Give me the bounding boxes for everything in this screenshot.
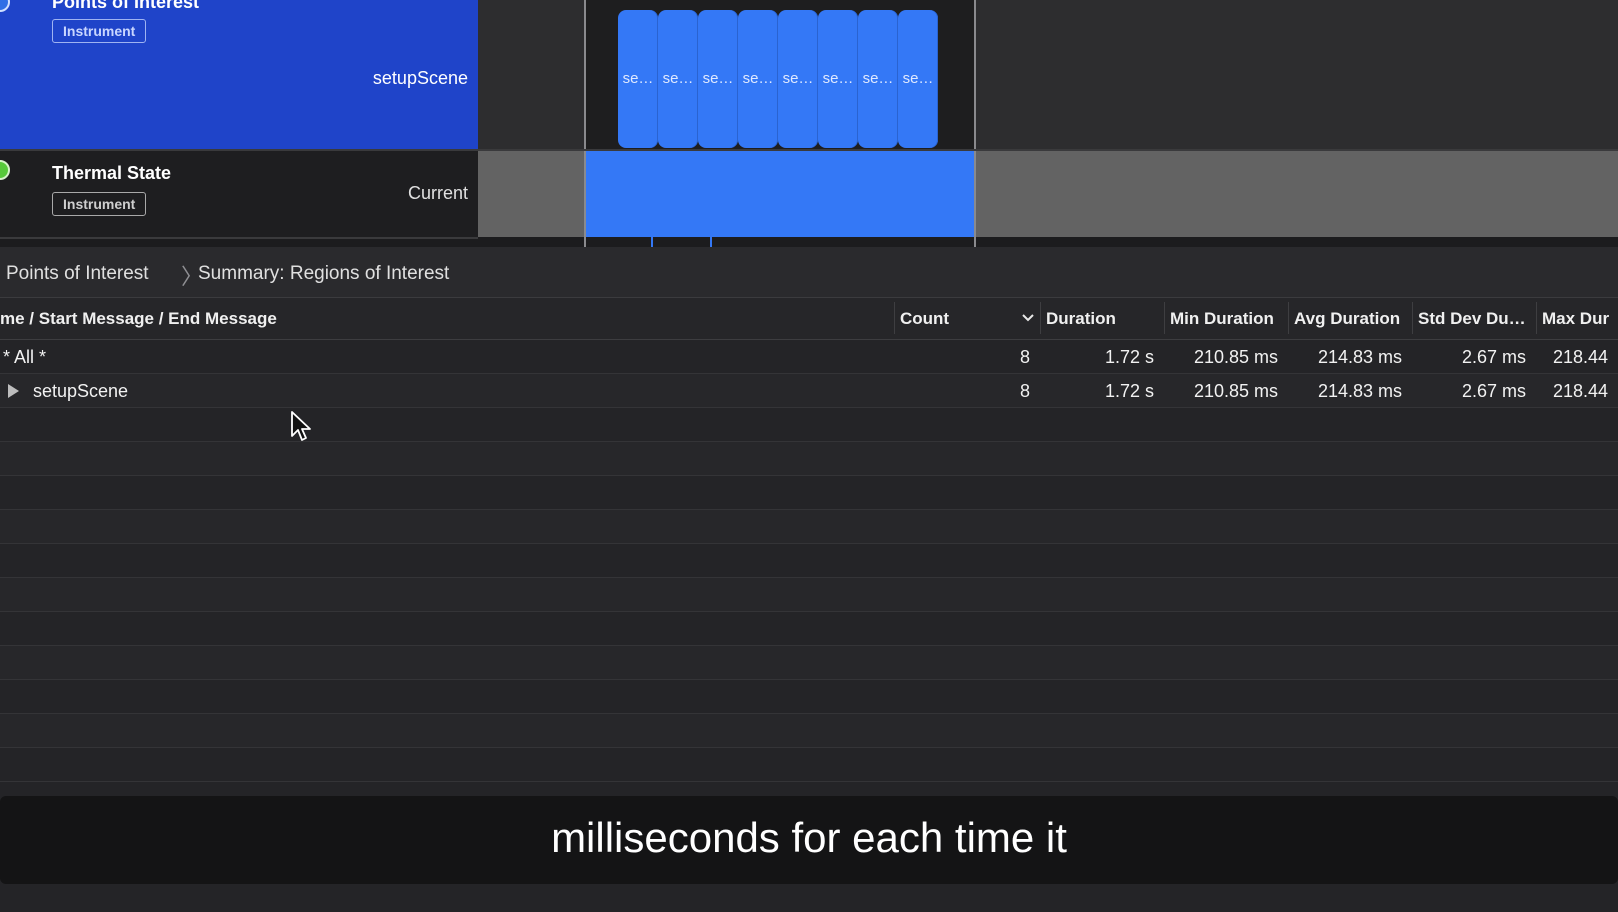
- row-min-duration: 210.85 ms: [1193, 347, 1278, 367]
- disclosure-triangle-icon[interactable]: [8, 384, 19, 398]
- table-row-empty: [0, 510, 1618, 544]
- breadcrumb-item-summary[interactable]: Summary: Regions of Interest: [198, 263, 449, 285]
- row-max-duration: 218.44: [1553, 347, 1609, 367]
- region-interval[interactable]: se…: [818, 10, 858, 148]
- track-status-icon: [0, 0, 10, 12]
- column-header-duration[interactable]: Duration: [1046, 309, 1116, 329]
- track-status-icon: [0, 160, 10, 180]
- table-row-empty: [0, 578, 1618, 612]
- region-interval[interactable]: se…: [658, 10, 698, 148]
- column-header-max-duration[interactable]: Max Dur: [1542, 309, 1609, 329]
- region-interval[interactable]: se…: [698, 10, 738, 148]
- region-interval[interactable]: se…: [778, 10, 818, 148]
- mouse-pointer-icon: [291, 411, 311, 441]
- row-max-duration: 218.44: [1553, 381, 1609, 401]
- thermal-state-interval: [584, 151, 974, 237]
- row-count: 8: [1019, 381, 1030, 401]
- row-count: 8: [1019, 347, 1030, 367]
- selection-end-line[interactable]: [974, 0, 976, 247]
- column-divider[interactable]: [1288, 302, 1289, 334]
- timeline-marker: [651, 237, 653, 247]
- row-avg-duration: 214.83 ms: [1317, 347, 1402, 367]
- column-header-count[interactable]: Count: [900, 309, 949, 329]
- region-intervals: se… se… se… se… se… se… se… se…: [618, 10, 938, 148]
- column-header-min-duration[interactable]: Min Duration: [1170, 309, 1274, 329]
- row-name: * All *: [3, 347, 47, 367]
- column-header-name[interactable]: me / Start Message / End Message: [0, 309, 277, 329]
- timeline-area: se… se… se… se… se… se… se… se… Points o…: [0, 0, 1618, 247]
- caption-text: milliseconds for each time it: [551, 814, 1067, 861]
- column-header-avg-duration[interactable]: Avg Duration: [1294, 309, 1400, 329]
- table-row-empty: [0, 646, 1618, 680]
- region-interval[interactable]: se…: [618, 10, 658, 148]
- row-std-dev: 2.67 ms: [1461, 347, 1526, 367]
- track-title: Points of Interest: [52, 0, 200, 12]
- table-row-empty: [0, 476, 1618, 510]
- table-header: me / Start Message / End Message Count D…: [0, 298, 1618, 340]
- column-header-std-dev[interactable]: Std Dev Du…: [1418, 309, 1526, 329]
- column-divider[interactable]: [1040, 302, 1041, 334]
- lane-label: Current: [407, 183, 468, 203]
- timeline-marker: [710, 237, 712, 247]
- table-row-empty: [0, 408, 1618, 442]
- breadcrumb-item-points-of-interest[interactable]: Points of Interest: [6, 263, 149, 285]
- track-header-thermal-state[interactable]: Thermal State Instrument Current: [0, 151, 478, 237]
- row-avg-duration: 214.83 ms: [1317, 381, 1402, 401]
- column-divider[interactable]: [1536, 302, 1537, 334]
- table-row[interactable]: setupScene 8 1.72 s 210.85 ms 214.83 ms …: [0, 374, 1618, 408]
- column-divider[interactable]: [1164, 302, 1165, 334]
- track-title: Thermal State: [52, 163, 172, 183]
- table-row-empty: [0, 680, 1618, 714]
- row-duration: 1.72 s: [1104, 347, 1154, 367]
- table-row-empty: [0, 544, 1618, 578]
- row-std-dev: 2.67 ms: [1461, 381, 1526, 401]
- region-interval[interactable]: se…: [898, 10, 938, 148]
- track-divider: [0, 237, 478, 239]
- lane-label: setupScene: [372, 68, 468, 88]
- row-duration: 1.72 s: [1104, 381, 1154, 401]
- column-divider[interactable]: [1412, 302, 1413, 334]
- row-min-duration: 210.85 ms: [1193, 381, 1278, 401]
- track-header-points-of-interest[interactable]: Points of Interest Instrument setupScene: [0, 0, 478, 149]
- selection-start-line[interactable]: [584, 0, 586, 247]
- row-name: setupScene: [33, 381, 129, 401]
- region-interval[interactable]: se…: [738, 10, 778, 148]
- instrument-badge: Instrument: [52, 19, 147, 43]
- table-row[interactable]: * All * 8 1.72 s 210.85 ms 214.83 ms 2.6…: [0, 340, 1618, 374]
- breadcrumb: Points of Interest 〉 Summary: Regions of…: [0, 247, 1618, 298]
- instrument-badge: Instrument: [52, 192, 147, 216]
- chevron-down-icon[interactable]: [1020, 310, 1036, 326]
- table-row-empty: [0, 612, 1618, 646]
- table-row-empty: [0, 714, 1618, 748]
- caption-bar: milliseconds for each time it: [0, 796, 1618, 884]
- table-row-empty: [0, 442, 1618, 476]
- column-divider[interactable]: [894, 302, 895, 334]
- region-interval[interactable]: se…: [858, 10, 898, 148]
- table-row-empty: [0, 748, 1618, 782]
